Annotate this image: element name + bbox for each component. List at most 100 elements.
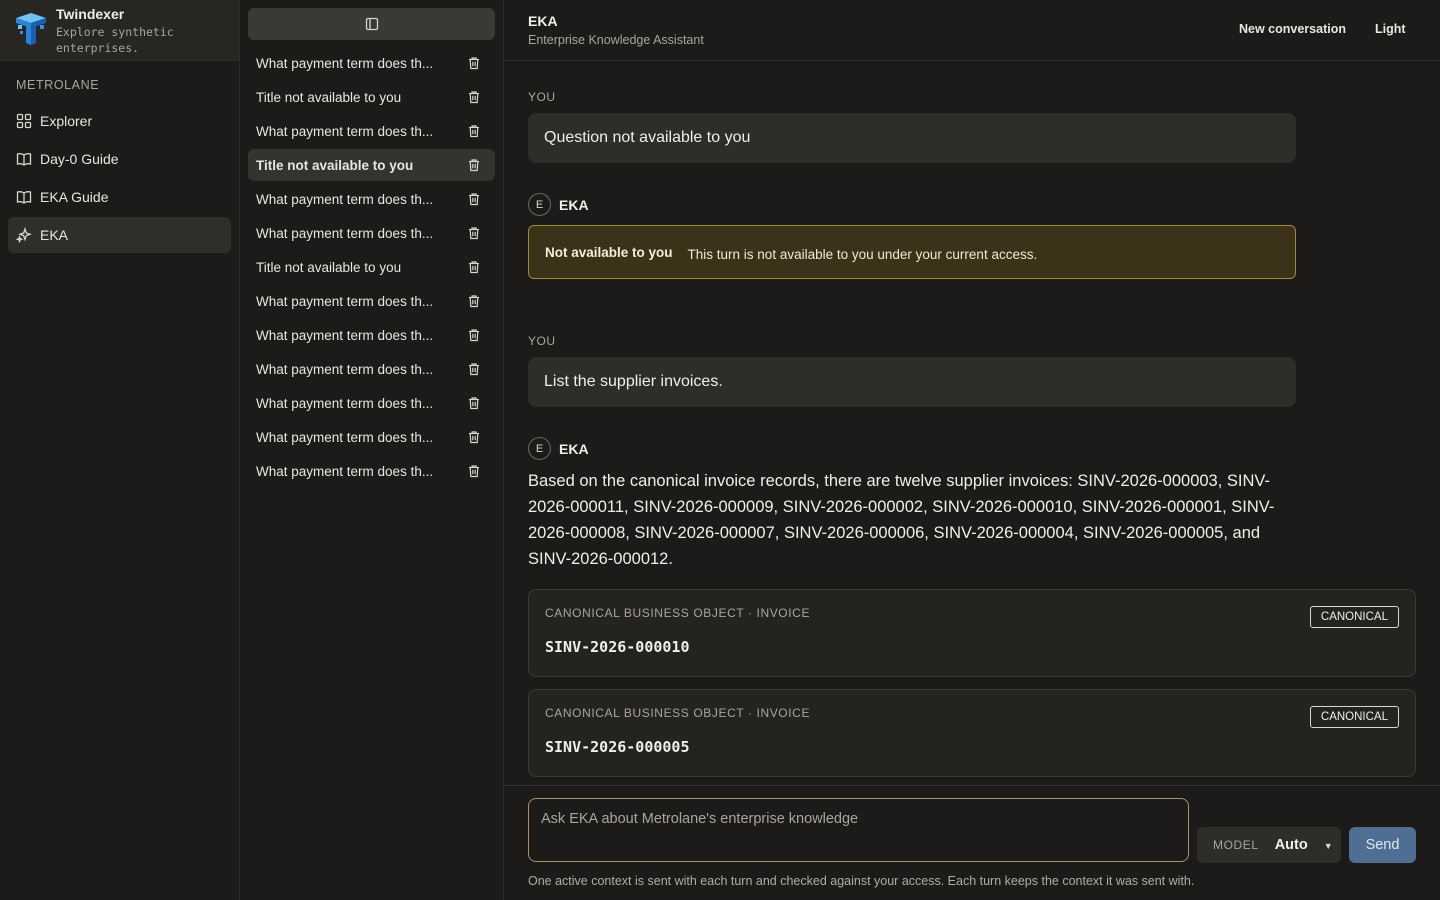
conversation-title: What payment term does th... bbox=[256, 429, 434, 445]
assistant-header: E EKA bbox=[528, 437, 589, 460]
conversation-title: Title not available to you bbox=[256, 259, 402, 275]
new-conversation-button[interactable]: New conversation bbox=[1239, 22, 1346, 36]
app-root: Twindexer Explore synthetic enterprises.… bbox=[0, 0, 1440, 900]
conversation-title: What payment term does th... bbox=[256, 361, 434, 377]
conversation-item[interactable]: What payment term does th... bbox=[248, 183, 495, 215]
conversation-item[interactable]: Title not available to you bbox=[248, 149, 495, 181]
trash-icon[interactable] bbox=[467, 158, 481, 172]
conversation-item[interactable]: What payment term does th... bbox=[248, 47, 495, 79]
brand-name: Twindexer bbox=[56, 6, 125, 22]
composer: MODEL Auto ▼ Send One active context is … bbox=[504, 785, 1440, 900]
assistant-header: E EKA bbox=[528, 193, 589, 216]
conversation-title: What payment term does th... bbox=[256, 293, 434, 309]
card-kicker: CANONICAL BUSINESS OBJECT · INVOICE bbox=[545, 606, 811, 620]
object-card[interactable]: CANONICAL BUSINESS OBJECT · INVOICE SINV… bbox=[528, 689, 1416, 777]
conversation-title: What payment term does th... bbox=[256, 327, 434, 343]
chat-header: EKA Enterprise Knowledge Assistant New c… bbox=[504, 0, 1440, 61]
assistant-avatar: E bbox=[528, 193, 551, 216]
trash-icon[interactable] bbox=[467, 362, 481, 376]
trash-icon[interactable] bbox=[467, 464, 481, 478]
conversation-item[interactable]: What payment term does th... bbox=[248, 387, 495, 419]
conversation-item[interactable]: What payment term does th... bbox=[248, 421, 495, 453]
nav-item-label: Explorer bbox=[40, 113, 93, 129]
nav-item-label: EKA bbox=[40, 227, 69, 243]
nav-item-explorer[interactable]: Explorer bbox=[8, 103, 231, 139]
conversation-title: What payment term does th... bbox=[256, 123, 434, 139]
trash-icon[interactable] bbox=[467, 430, 481, 444]
card-object-id: SINV-2026-000005 bbox=[545, 738, 690, 756]
ask-input[interactable] bbox=[528, 798, 1189, 862]
conversation-list: What payment term does th... Title not av… bbox=[248, 47, 495, 489]
object-card[interactable]: CANONICAL BUSINESS OBJECT · INVOICE SINV… bbox=[528, 589, 1416, 677]
conversation-item[interactable]: What payment term does th... bbox=[248, 319, 495, 351]
page-title: EKA bbox=[528, 13, 558, 29]
sidebar-toggle-icon bbox=[365, 17, 378, 31]
conversation-sidebar: What payment term does th... Title not av… bbox=[240, 0, 504, 900]
conversation-item[interactable]: Title not available to you bbox=[248, 81, 495, 113]
grid-icon bbox=[16, 113, 32, 129]
toggle-sidebar-button[interactable] bbox=[248, 8, 495, 40]
conversation-title: What payment term does th... bbox=[256, 225, 434, 241]
brand-tagline-line-1: Explore synthetic bbox=[56, 25, 174, 39]
brand[interactable]: Twindexer Explore synthetic enterprises. bbox=[0, 0, 239, 61]
conversation-item[interactable]: What payment term does th... bbox=[248, 455, 495, 487]
user-label: YOU bbox=[528, 90, 556, 104]
notice-label: Not available to you bbox=[545, 244, 673, 260]
trash-icon[interactable] bbox=[467, 124, 481, 138]
conversation-title: What payment term does th... bbox=[256, 395, 434, 411]
conversation-item[interactable]: What payment term does th... bbox=[248, 115, 495, 147]
conversation-title: What payment term does th... bbox=[256, 55, 434, 71]
user-message: Question not available to you bbox=[528, 113, 1296, 163]
left-nav: Twindexer Explore synthetic enterprises.… bbox=[0, 0, 240, 900]
conversation-item[interactable]: What payment term does th... bbox=[248, 285, 495, 317]
brand-tagline-line-2: enterprises. bbox=[56, 41, 140, 55]
conversation-item[interactable]: Title not available to you bbox=[248, 251, 495, 283]
model-select[interactable]: MODEL Auto ▼ bbox=[1197, 827, 1341, 863]
twindexer-logo-icon bbox=[16, 13, 46, 45]
access-notice: Not available to you This turn is not av… bbox=[528, 225, 1296, 279]
assistant-label: EKA bbox=[559, 440, 589, 457]
send-button[interactable]: Send bbox=[1349, 827, 1416, 863]
conversation-item[interactable]: What payment term does th... bbox=[248, 353, 495, 385]
trash-icon[interactable] bbox=[467, 328, 481, 342]
sparkle-icon bbox=[16, 227, 32, 243]
trash-icon[interactable] bbox=[467, 396, 481, 410]
card-kicker: CANONICAL BUSINESS OBJECT · INVOICE bbox=[545, 706, 811, 720]
nav-item-label: EKA Guide bbox=[40, 189, 109, 205]
chat-main: EKA Enterprise Knowledge Assistant New c… bbox=[504, 0, 1440, 900]
context-note: One active context is sent with each tur… bbox=[528, 874, 1195, 888]
model-label: MODEL bbox=[1213, 838, 1259, 852]
trash-icon[interactable] bbox=[467, 260, 481, 274]
user-message: List the supplier invoices. bbox=[528, 357, 1296, 407]
conversation-title: What payment term does th... bbox=[256, 191, 434, 207]
chevron-down-icon: ▼ bbox=[1323, 841, 1333, 851]
card-object-id: SINV-2026-000010 bbox=[545, 638, 690, 656]
model-value: Auto bbox=[1274, 837, 1308, 853]
trash-icon[interactable] bbox=[467, 226, 481, 240]
brand-tagline: Explore synthetic enterprises. bbox=[56, 24, 174, 56]
canonical-badge: CANONICAL bbox=[1309, 606, 1399, 628]
nav-item-day-0-guide[interactable]: Day-0 Guide bbox=[8, 141, 231, 177]
nav-item-eka-guide[interactable]: EKA Guide bbox=[8, 179, 231, 215]
assistant-avatar: E bbox=[528, 437, 551, 460]
assistant-answer: Based on the canonical invoice records, … bbox=[528, 472, 1275, 568]
book-icon bbox=[16, 153, 32, 166]
assistant-label: EKA bbox=[559, 196, 589, 213]
page-subtitle: Enterprise Knowledge Assistant bbox=[528, 33, 704, 47]
notice-text: This turn is not available to you under … bbox=[687, 246, 1038, 262]
book-icon bbox=[16, 191, 32, 204]
nav-item-eka[interactable]: EKA bbox=[8, 217, 231, 253]
trash-icon[interactable] bbox=[467, 90, 481, 104]
conversation-title: Title not available to you bbox=[256, 157, 414, 173]
theme-toggle-button[interactable]: Light bbox=[1375, 22, 1406, 36]
trash-icon[interactable] bbox=[467, 56, 481, 70]
conversation-title: Title not available to you bbox=[256, 89, 402, 105]
conversation-item[interactable]: What payment term does th... bbox=[248, 217, 495, 249]
trash-icon[interactable] bbox=[467, 192, 481, 206]
org-name: METROLANE bbox=[16, 78, 100, 92]
nav-item-label: Day-0 Guide bbox=[40, 151, 119, 167]
canonical-badge: CANONICAL bbox=[1309, 706, 1399, 728]
user-label: YOU bbox=[528, 334, 556, 348]
brand-text: Twindexer Explore synthetic enterprises. bbox=[56, 6, 174, 56]
trash-icon[interactable] bbox=[467, 294, 481, 308]
